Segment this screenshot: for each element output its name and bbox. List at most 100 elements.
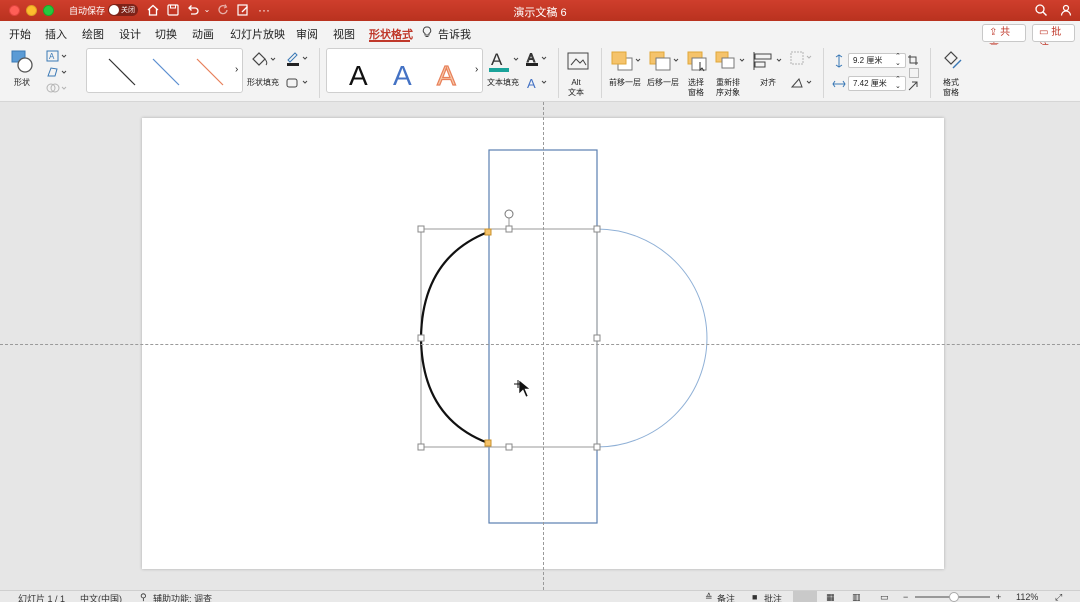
- account-icon[interactable]: [1059, 3, 1073, 17]
- horizontal-smart-guide: [0, 344, 1080, 345]
- shape-styles-gallery[interactable]: [86, 48, 243, 93]
- text-effects-icon[interactable]: A: [526, 75, 550, 94]
- shape-fill-label: 形状填充: [247, 78, 279, 87]
- wordart-blue-a: A: [393, 60, 412, 91]
- bring-forward-label: 前移一层: [609, 78, 641, 87]
- tell-me-search[interactable]: 告诉我: [438, 26, 471, 42]
- shape-height-value: 9.2 厘米: [853, 56, 883, 65]
- active-tab-indicator: [369, 40, 410, 42]
- tab-design[interactable]: 设计: [119, 26, 141, 42]
- notes-button[interactable]: 备注: [717, 592, 735, 602]
- share-button[interactable]: ⇪ 共享: [982, 24, 1026, 54]
- alt-text-icon[interactable]: [567, 51, 591, 76]
- svg-text:A: A: [491, 50, 503, 69]
- text-fill-label: 文本填充: [487, 78, 519, 87]
- width-stepper[interactable]: ⌃ ⌄: [895, 76, 901, 90]
- separator: [823, 48, 824, 98]
- tab-view[interactable]: 视图: [333, 26, 355, 42]
- slideshow-view-icon[interactable]: ▭: [880, 592, 889, 602]
- title-bar: 自动保存 关闭 ⌄ ··· 演示文稿 6: [0, 0, 1080, 21]
- selection-pane-label: 选择 窗格: [688, 78, 704, 97]
- zoom-in-button[interactable]: +: [996, 592, 1001, 602]
- zoom-slider-thumb[interactable]: [949, 592, 959, 602]
- wordart-expand-icon[interactable]: ›: [475, 64, 478, 75]
- fit-to-window-icon[interactable]: ⤢: [1055, 592, 1062, 602]
- language-indicator[interactable]: 中文(中国): [80, 592, 122, 602]
- ribbon-shape-format: 形状 A › 形状填充 A A A › A 文本填充 A A Alt 文本 前移…: [0, 45, 1080, 102]
- accessibility-icon: ⚲: [140, 592, 147, 602]
- merge-shapes-icon[interactable]: [46, 82, 68, 97]
- gallery-expand-icon[interactable]: ›: [235, 64, 238, 75]
- width-icon: [832, 77, 846, 94]
- lock-aspect-checkbox[interactable]: [909, 68, 919, 78]
- edit-shape-icon[interactable]: [46, 66, 68, 81]
- share-icon: ⇪: [989, 27, 998, 38]
- text-outline-icon[interactable]: A: [526, 51, 550, 70]
- wordart-orange-a: A: [437, 60, 456, 91]
- reorder-objects-icon[interactable]: [714, 50, 748, 75]
- shape-width-value: 7.42 厘米: [853, 79, 887, 88]
- shape-outline-icon[interactable]: [285, 51, 311, 70]
- tab-animations[interactable]: 动画: [192, 26, 214, 42]
- align-label: 对齐: [760, 78, 776, 87]
- format-pane-label: 格式 窗格: [943, 78, 959, 97]
- ribbon-tabs: 开始 插入 绘图 设计 切换 动画 幻灯片放映 审阅 视图 形状格式 告诉我 ⇪…: [0, 21, 1080, 54]
- tab-draw[interactable]: 绘图: [82, 26, 104, 42]
- slide-counter: 幻灯片 1 / 1: [18, 594, 66, 602]
- slide-sorter-icon[interactable]: ▦: [826, 592, 835, 602]
- reorder-objects-label: 重新排 序对象: [716, 78, 740, 97]
- tab-review[interactable]: 审阅: [296, 26, 318, 42]
- separator: [930, 48, 931, 98]
- vertical-smart-guide: [543, 102, 544, 590]
- send-backward-icon[interactable]: [648, 50, 682, 75]
- rotate-icon[interactable]: [789, 75, 815, 94]
- text-fill-icon[interactable]: A: [489, 48, 521, 77]
- height-stepper[interactable]: ⌃ ⌄: [895, 53, 901, 67]
- status-comments-button[interactable]: 批注: [764, 592, 782, 602]
- status-bar: 幻灯片 1 / 1 中文(中国) ⚲ 辅助功能: 调查 ≙ 备注 ■ 批注 ▦ …: [0, 590, 1080, 602]
- align-icon[interactable]: [751, 50, 785, 75]
- height-icon: [832, 54, 846, 71]
- comments-button[interactable]: ▭ 批注: [1032, 24, 1075, 54]
- tab-transitions[interactable]: 切换: [155, 26, 177, 42]
- accessibility-status[interactable]: 辅助功能: 调查: [153, 592, 212, 602]
- arc-adjust-handle-bottom[interactable]: [484, 439, 492, 447]
- separator: [558, 48, 559, 98]
- selection-pane-icon[interactable]: [686, 50, 710, 75]
- resize-handles[interactable]: [417, 225, 601, 451]
- bring-forward-icon[interactable]: [610, 50, 644, 75]
- tab-insert[interactable]: 插入: [45, 26, 67, 42]
- rotation-handle[interactable]: [504, 209, 514, 219]
- zoom-level[interactable]: 112%: [1016, 592, 1038, 602]
- svg-text:A: A: [49, 52, 55, 61]
- wordart-styles-gallery[interactable]: A A A: [326, 48, 483, 93]
- search-icon[interactable]: [1034, 3, 1048, 17]
- slide-editor-canvas[interactable]: [0, 102, 1080, 590]
- shape-fill-icon[interactable]: [249, 49, 279, 72]
- shapes-icon[interactable]: [11, 50, 35, 77]
- document-title: 演示文稿 6: [513, 7, 567, 19]
- tab-home[interactable]: 开始: [9, 26, 31, 42]
- size-dialog-icon[interactable]: [907, 80, 919, 95]
- move-cursor-icon: [514, 379, 531, 398]
- selected-arc-shape[interactable]: [419, 230, 489, 445]
- group-icon[interactable]: [789, 50, 815, 69]
- arc-adjust-handle-top[interactable]: [484, 228, 492, 236]
- notes-icon: ≙: [705, 592, 713, 602]
- text-box-icon[interactable]: A: [46, 50, 68, 65]
- shape-effects-icon[interactable]: [285, 76, 311, 93]
- zoom-out-button[interactable]: −: [903, 592, 908, 602]
- comment-icon: ▭: [1039, 27, 1049, 38]
- tab-slideshow[interactable]: 幻灯片放映: [230, 26, 285, 42]
- reading-view-icon[interactable]: ▥: [852, 592, 861, 602]
- format-pane-icon[interactable]: [941, 50, 965, 75]
- svg-text:A: A: [527, 51, 535, 65]
- wordart-black-a: A: [349, 60, 368, 91]
- svg-text:A: A: [527, 76, 536, 91]
- right-arc-shape[interactable]: [596, 228, 708, 448]
- selection-bounding-box: [420, 228, 598, 448]
- crop-icon[interactable]: [907, 54, 919, 69]
- separator: [319, 48, 320, 98]
- lightbulb-icon: [422, 26, 432, 41]
- normal-view-button[interactable]: [793, 591, 817, 602]
